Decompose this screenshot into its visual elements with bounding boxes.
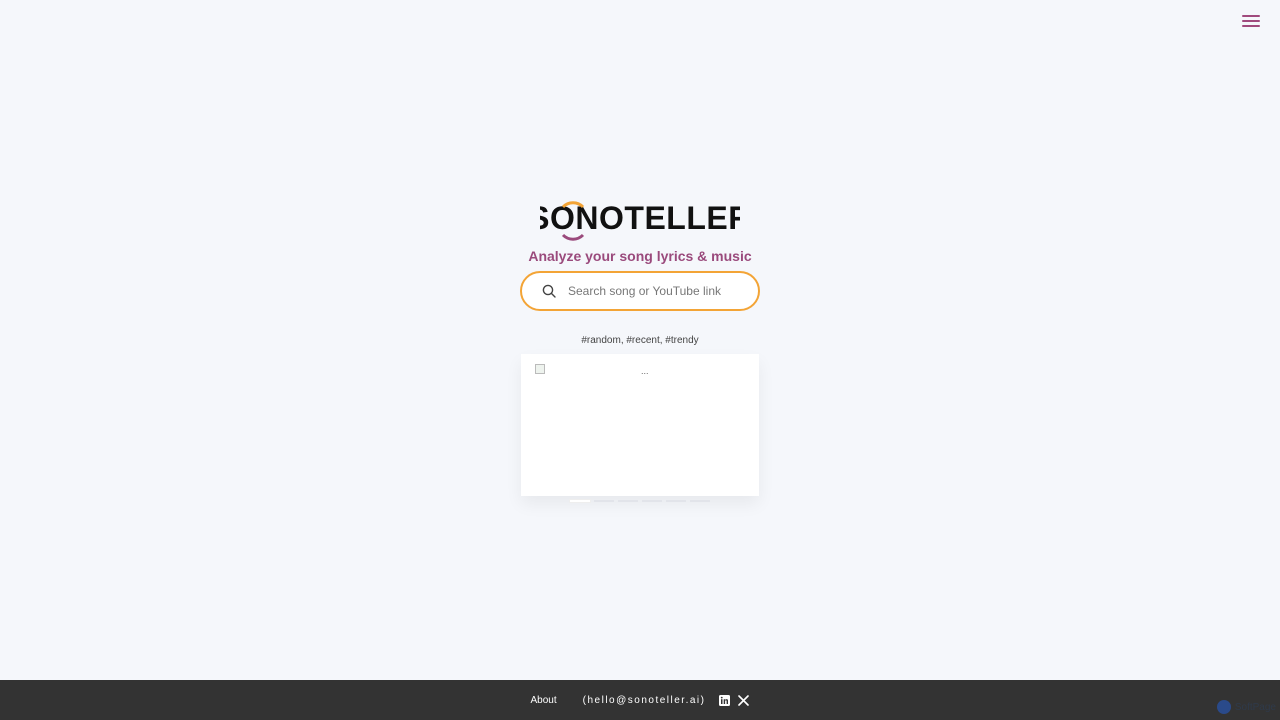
linkedin-icon[interactable] [719,694,731,706]
page: SONOTELLER Analyze your song lyrics & mu… [0,0,1280,720]
menu-line [1242,25,1260,27]
softpage-badge[interactable]: SoftPage [1216,700,1276,714]
badge-logo-icon [1216,700,1231,714]
hamburger-menu-icon[interactable] [1242,12,1260,30]
badge-label: SoftPage [1234,701,1276,713]
email-link[interactable]: (hello@sonoteller.ai) [583,695,706,706]
hero-section: SONOTELLER Analyze your song lyrics & mu… [0,190,1280,502]
carousel-indicator[interactable] [642,500,662,502]
broken-image-icon [535,364,545,374]
tagline: Analyze your song lyrics & music [528,248,752,264]
carousel-indicator[interactable] [690,500,710,502]
menu-line [1242,15,1260,17]
tag-recent-link[interactable]: #recent [626,335,659,346]
social-links [719,694,750,706]
carousel-indicator[interactable] [618,500,638,502]
search-input[interactable] [566,283,750,299]
carousel-indicator[interactable] [666,500,686,502]
carousel-indicator[interactable] [570,500,590,502]
tag-trendy-link[interactable]: #trendy [665,335,698,346]
song-carousel[interactable]: ... [521,354,759,502]
search-box[interactable] [520,271,760,311]
about-link[interactable]: About [531,695,557,706]
x-icon[interactable] [738,694,750,706]
carousel-alt-text: ... [641,366,649,376]
search-icon [542,283,558,299]
footer: About (hello@sonoteller.ai) [0,680,1280,720]
tag-links: #random, #recent, #trendy [581,335,699,346]
carousel-indicators [570,500,710,502]
logo-wordmark: SONOTELLER [540,200,740,241]
menu-line [1242,20,1260,22]
sonoteller-logo[interactable]: SONOTELLER [540,190,740,244]
tag-random-link[interactable]: #random [581,335,620,346]
logo-text: SONOTELLER [540,200,740,236]
carousel-indicator[interactable] [594,500,614,502]
